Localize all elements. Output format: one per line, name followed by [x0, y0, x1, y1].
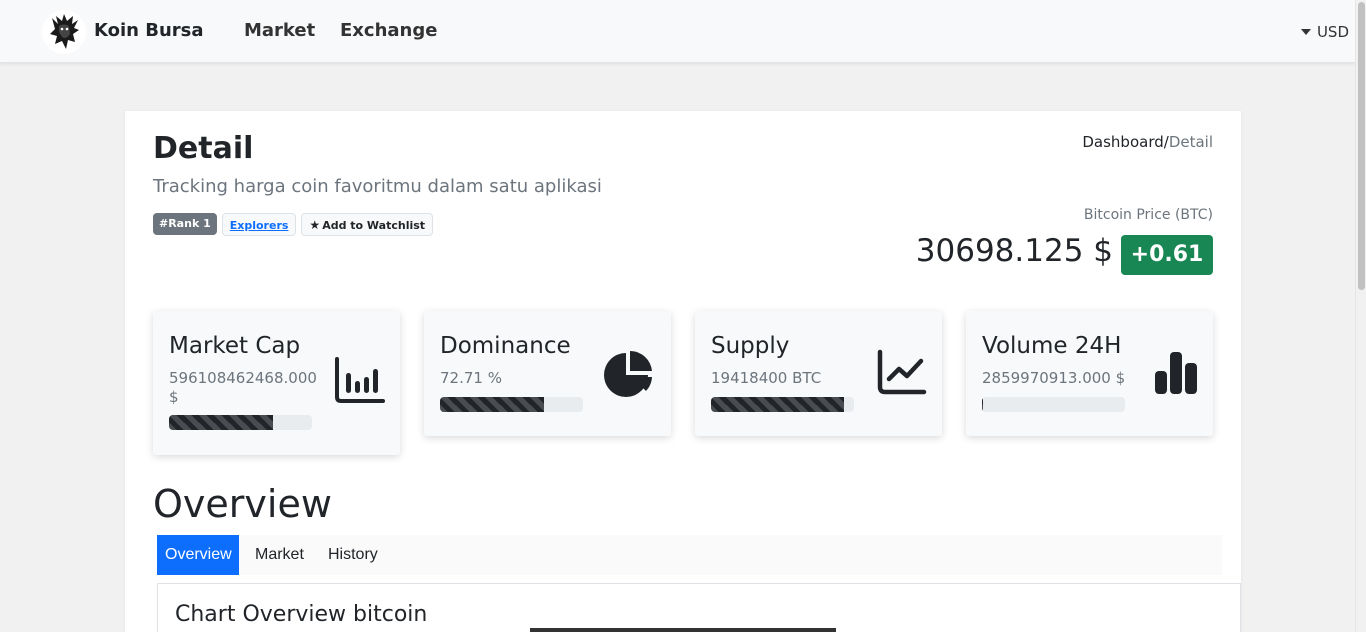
stat-card-dominance: Dominance 72.71 % [424, 311, 671, 436]
stat-progress-bar [711, 397, 844, 412]
stat-value: 2859970913.000 $ [982, 369, 1126, 387]
overview-title: Overview [153, 482, 332, 526]
scrollbar-thumb[interactable] [1358, 2, 1365, 290]
chart-pie-icon [604, 349, 654, 401]
price-change-badge: +0.61 [1121, 235, 1213, 275]
brand-name[interactable]: Koin Bursa [94, 20, 204, 41]
price-label: Bitcoin Price (BTC) [1083, 207, 1213, 223]
price-value: 30698.125 $ [915, 233, 1113, 269]
chart-canvas [530, 628, 836, 632]
currency-dropdown[interactable]: USD [1300, 23, 1349, 41]
nav-link-market[interactable]: Market [244, 20, 315, 41]
chart-overview-panel: Chart Overview bitcoin [157, 583, 1241, 632]
stat-value: 19418400 BTC [711, 369, 822, 387]
tab-market[interactable]: Market [247, 535, 312, 575]
add-to-watchlist-button[interactable]: ★ Add to Watchlist [301, 213, 434, 236]
stat-title: Dominance [440, 333, 571, 359]
breadcrumb: Dashboard/Detail [1082, 133, 1213, 151]
stat-title: Volume 24H [982, 333, 1122, 359]
nav-link-exchange[interactable]: Exchange [340, 20, 437, 41]
stat-progress-bar [440, 397, 544, 412]
stat-progress [982, 397, 1125, 412]
stat-progress [169, 415, 312, 430]
chart-title: Chart Overview bitcoin [175, 602, 428, 627]
star-icon: ★ [309, 218, 321, 232]
stat-value: 596108462468.000 $ [169, 369, 317, 406]
stat-progress-bar [169, 415, 274, 430]
page-title: Detail [153, 131, 254, 166]
currency-label: USD [1316, 23, 1349, 41]
page-subtitle: Tracking harga coin favoritmu dalam satu… [153, 176, 602, 197]
stat-card-market-cap: Market Cap 596108462468.000 $ [153, 311, 400, 455]
lion-logo-icon[interactable] [42, 10, 86, 54]
chart-simple-icon [1154, 351, 1198, 399]
explorers-label: Explorers [229, 219, 289, 232]
rank-badge: #Rank 1 [153, 213, 217, 235]
stat-value: 72.71 % [440, 369, 502, 387]
stat-card-volume: Volume 24H 2859970913.000 $ [966, 311, 1213, 436]
watchlist-label: Add to Watchlist [322, 219, 426, 232]
scrollbar[interactable] [1355, 0, 1366, 632]
explorers-link[interactable]: Explorers [221, 213, 297, 236]
stat-progress [440, 397, 583, 412]
tab-overview[interactable]: Overview [157, 535, 239, 575]
tab-history[interactable]: History [320, 535, 386, 575]
stat-card-supply: Supply 19418400 BTC [695, 311, 942, 436]
stat-title: Market Cap [169, 333, 301, 359]
breadcrumb-detail: Detail [1168, 133, 1213, 151]
caret-down-icon [1300, 29, 1311, 35]
chart-line-icon [877, 349, 927, 399]
stat-progress-bar [982, 397, 984, 412]
stat-progress [711, 397, 854, 412]
chart-bar-axis-icon [335, 357, 385, 407]
overview-tabs: Overview Market History [157, 535, 1222, 575]
navbar: Koin Bursa Market Exchange USD [0, 0, 1355, 63]
stat-title: Supply [711, 333, 790, 359]
badge-group: #Rank 1 Explorers ★ Add to Watchlist [153, 213, 434, 236]
detail-card: Detail Tracking harga coin favoritmu dal… [125, 111, 1241, 632]
breadcrumb-dashboard[interactable]: Dashboard [1082, 133, 1163, 151]
